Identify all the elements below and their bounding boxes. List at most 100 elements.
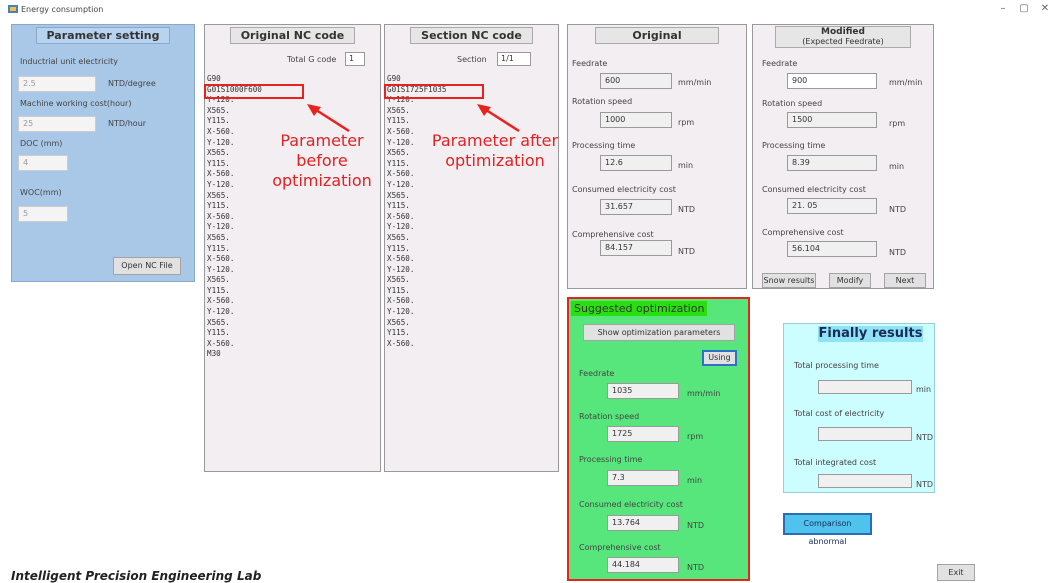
electricity-unit: NTD/degree (108, 79, 156, 88)
original-nc-panel: Original NC code Total G code 1 G90 G01S… (204, 24, 381, 472)
modified-feedrate-label: Feedrate (762, 59, 798, 68)
code-line: Y115. (387, 328, 410, 338)
maximize-button[interactable]: ▢ (1017, 3, 1031, 14)
modified-feedrate-unit: mm/min (889, 78, 923, 87)
code-line: Y115. (207, 201, 230, 211)
code-line: Y-120. (387, 222, 415, 232)
doc-label: DOC (mm) (20, 139, 63, 148)
code-line: G90 (207, 74, 221, 83)
doc-input[interactable]: 4 (18, 155, 68, 171)
before-arrow-icon (307, 104, 350, 133)
code-line: X565. (207, 232, 230, 242)
minimize-button[interactable]: – (996, 3, 1010, 14)
section-nc-code-list[interactable]: G90 G01S1725F1035 Y-120. X565. Y115. X-5… (387, 74, 446, 349)
total-integrated-label: Total integrated cost (794, 458, 877, 467)
electricity-input[interactable]: 2.5 (18, 76, 96, 92)
show-optimization-parameters-button[interactable]: Show optimization parameters (583, 324, 735, 341)
original-rotation-label: Rotation speed (572, 97, 633, 106)
code-line: X565. (207, 105, 230, 115)
code-line: X565. (207, 148, 230, 158)
code-line: Y-120. (207, 222, 235, 232)
total-integrated-unit: NTD (916, 480, 934, 489)
code-line: X565. (387, 190, 410, 200)
code-line: G90 (387, 74, 401, 83)
original-rotation-unit: rpm (678, 118, 695, 127)
suggested-rotation-unit: rpm (687, 432, 704, 441)
code-line: Y115. (207, 116, 230, 126)
total-gcode-label: Total G code (287, 55, 337, 64)
after-arrow-icon (477, 104, 520, 133)
suggested-feedrate-label: Feedrate (579, 369, 615, 378)
code-line: Y115. (387, 243, 410, 253)
modified-subheader: (Expected Feedrate) (802, 37, 884, 46)
using-button[interactable]: Using (702, 350, 737, 366)
code-line: X-560. (207, 126, 235, 136)
suggested-optimization-panel: Suggested optimization Show optimization… (567, 297, 750, 581)
suggested-electricity-label: Consumed electricity cost (579, 500, 683, 509)
total-integrated-field (818, 474, 912, 488)
code-line: X-560. (207, 169, 235, 179)
code-line: X-560. (207, 254, 235, 264)
code-line: Y115. (387, 201, 410, 211)
woc-input[interactable]: 5 (18, 206, 68, 222)
modified-rotation-label: Rotation speed (762, 99, 823, 108)
section-nc-panel: Section NC code Section 1/1 G90 G01S1725… (384, 24, 559, 472)
original-nc-header: Original NC code (229, 27, 356, 44)
machine-cost-label: Machine working cost(hour) (20, 99, 132, 108)
modified-time-field: 8.39 (787, 155, 877, 171)
machine-cost-unit: NTD/hour (108, 119, 147, 128)
modified-electricity-unit: NTD (889, 205, 907, 214)
code-line: Y115. (207, 285, 230, 295)
window-title: Energy consumption (21, 5, 104, 14)
close-button[interactable]: ✕ (1038, 3, 1052, 14)
final-results-panel: Finally results Total processing time mi… (783, 323, 935, 493)
modified-comprehensive-field: 56.104 (787, 241, 877, 257)
total-gcode-input[interactable]: 1 (345, 52, 365, 66)
modified-feedrate-input[interactable]: 900 (787, 73, 877, 89)
suggested-time-unit: min (687, 476, 703, 485)
suggested-feedrate-field: 1035 (607, 383, 679, 399)
code-line: Y-120. (207, 264, 235, 274)
code-line: Y115. (387, 285, 410, 295)
modified-time-label: Processing time (762, 141, 826, 150)
code-line: Y-120. (387, 179, 415, 189)
modified-comprehensive-label: Comprehensive cost (762, 228, 844, 237)
code-line: X-560. (207, 338, 235, 348)
open-nc-file-button[interactable]: Open NC File (113, 257, 181, 275)
before-highlight-box (204, 84, 304, 99)
total-electricity-field (818, 427, 912, 441)
original-header: Original (595, 27, 719, 44)
suggested-comprehensive-field: 44.184 (607, 557, 679, 573)
total-electricity-unit: NTD (916, 433, 934, 442)
original-nc-code-list[interactable]: G90 G01S1000F600 Y-120. X565. Y115. X-56… (207, 74, 262, 360)
total-electricity-label: Total cost of electricity (794, 409, 885, 418)
before-annotation: Parameter before optimization (272, 131, 372, 190)
original-feedrate-unit: mm/min (678, 78, 712, 87)
code-line: X-560. (207, 296, 235, 306)
parameter-setting-panel: Parameter setting Inductrial unit electr… (11, 24, 195, 282)
total-processing-time-unit: min (916, 385, 932, 394)
code-line: X565. (387, 275, 410, 285)
code-line: M30 (207, 349, 221, 359)
suggested-electricity-field: 13.764 (607, 515, 679, 531)
after-highlight-box (384, 84, 484, 99)
next-button[interactable]: Next (884, 273, 926, 288)
modified-time-unit: min (889, 162, 905, 171)
modify-button[interactable]: Modify (829, 273, 871, 288)
exit-button[interactable]: Exit (937, 564, 975, 581)
show-results-button[interactable]: Snow results (762, 273, 816, 288)
machine-cost-input[interactable]: 25 (18, 116, 96, 132)
modified-electricity-field: 21. 05 (787, 198, 877, 214)
code-line: X565. (387, 232, 410, 242)
suggested-time-field: 7.3 (607, 470, 679, 486)
code-line: Y115. (207, 158, 230, 168)
section-input[interactable]: 1/1 (497, 52, 531, 66)
code-line: X-560. (207, 211, 235, 221)
suggested-comprehensive-label: Comprehensive cost (579, 543, 661, 552)
modified-electricity-label: Consumed electricity cost (762, 185, 866, 194)
code-line: X565. (207, 317, 230, 327)
suggested-optimization-header: Suggested optimization (571, 301, 708, 316)
original-electricity-field: 31.657 (600, 199, 672, 215)
comparison-abnormal-button[interactable]: Comparison abnormal (783, 513, 872, 546)
code-line: Y115. (387, 116, 410, 126)
